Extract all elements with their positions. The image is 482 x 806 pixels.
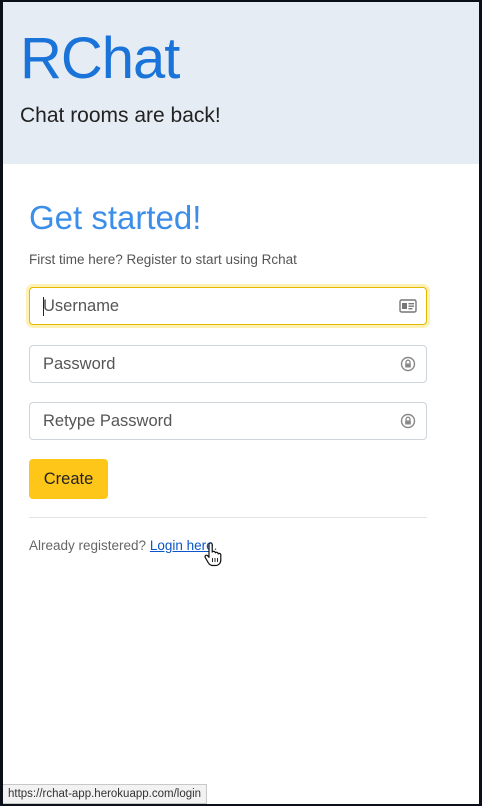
- retype-password-field[interactable]: [29, 402, 427, 440]
- lock-icon: [400, 413, 416, 429]
- divider: [29, 517, 427, 518]
- page-heading: Get started!: [29, 199, 202, 236]
- brand-title: RChat: [20, 26, 180, 91]
- hand-pointer-icon: [204, 542, 222, 567]
- text-caret: [43, 297, 44, 316]
- login-prompt: Already registered? Login here.: [29, 538, 217, 553]
- username-input[interactable]: [30, 288, 393, 324]
- tagline: Chat rooms are back!: [20, 104, 221, 127]
- browser-status-bar: https://rchat-app.herokuapp.com/login: [3, 784, 208, 804]
- already-registered-text: Already registered?: [29, 538, 147, 553]
- password-input[interactable]: [30, 346, 393, 382]
- browser-viewport: RChat Chat rooms are back! Get started! …: [3, 2, 479, 804]
- create-button[interactable]: Create: [29, 459, 108, 499]
- hero-banner: RChat Chat rooms are back!: [3, 2, 479, 164]
- page-subtitle: First time here? Register to start using…: [29, 252, 297, 267]
- lock-icon: [400, 356, 416, 372]
- username-field[interactable]: [29, 287, 427, 325]
- retype-password-input[interactable]: [30, 403, 393, 439]
- id-card-icon: [399, 299, 417, 313]
- password-field[interactable]: [29, 345, 427, 383]
